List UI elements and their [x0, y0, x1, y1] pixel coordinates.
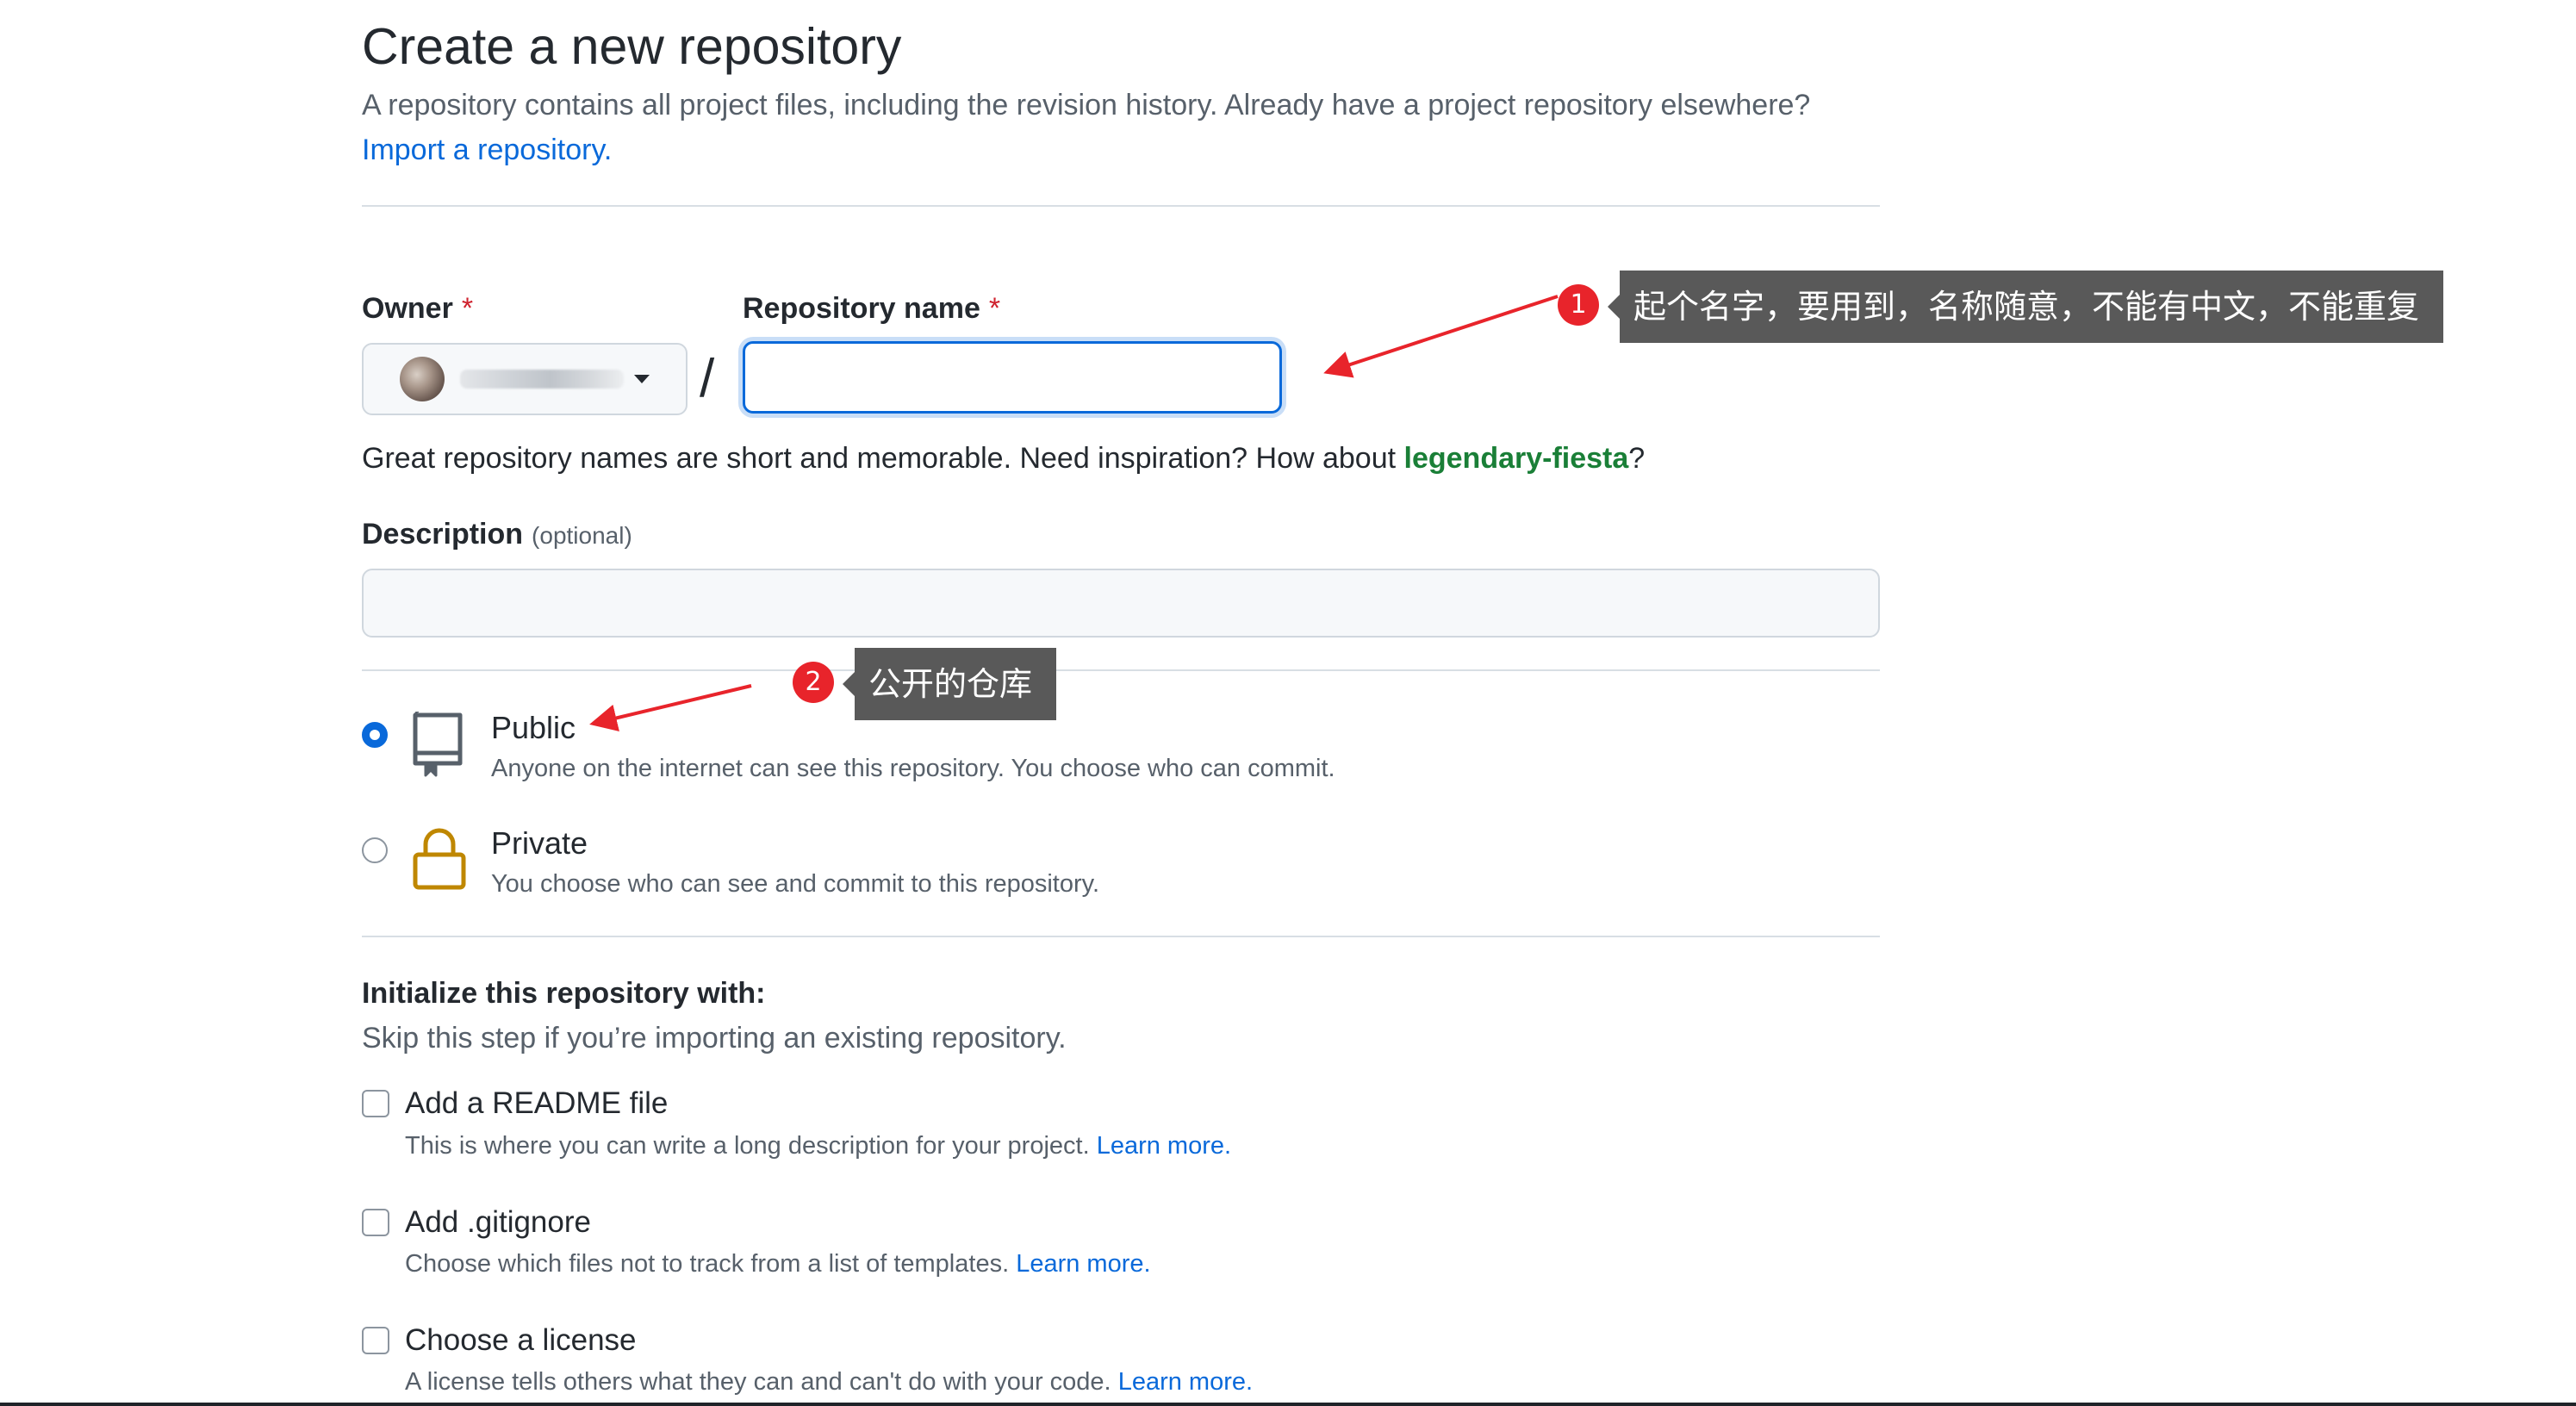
annotation-badge-2: 2: [793, 662, 834, 703]
annotation-arrow-1: [1323, 295, 1559, 378]
annotation-arrows: [589, 295, 1559, 732]
annotation-badge-1: 1: [1558, 284, 1599, 326]
annotation-callout-2: 公开的仓库: [842, 648, 1057, 720]
annotation-arrow-2: [589, 684, 752, 732]
create-repository-page: Create a new repository A repository con…: [0, 0, 2576, 1406]
bottom-edge: [0, 1403, 2576, 1406]
annotation-callout-1: 起个名字，要用到，名称随意，不能有中文，不能重复: [1607, 271, 2444, 343]
